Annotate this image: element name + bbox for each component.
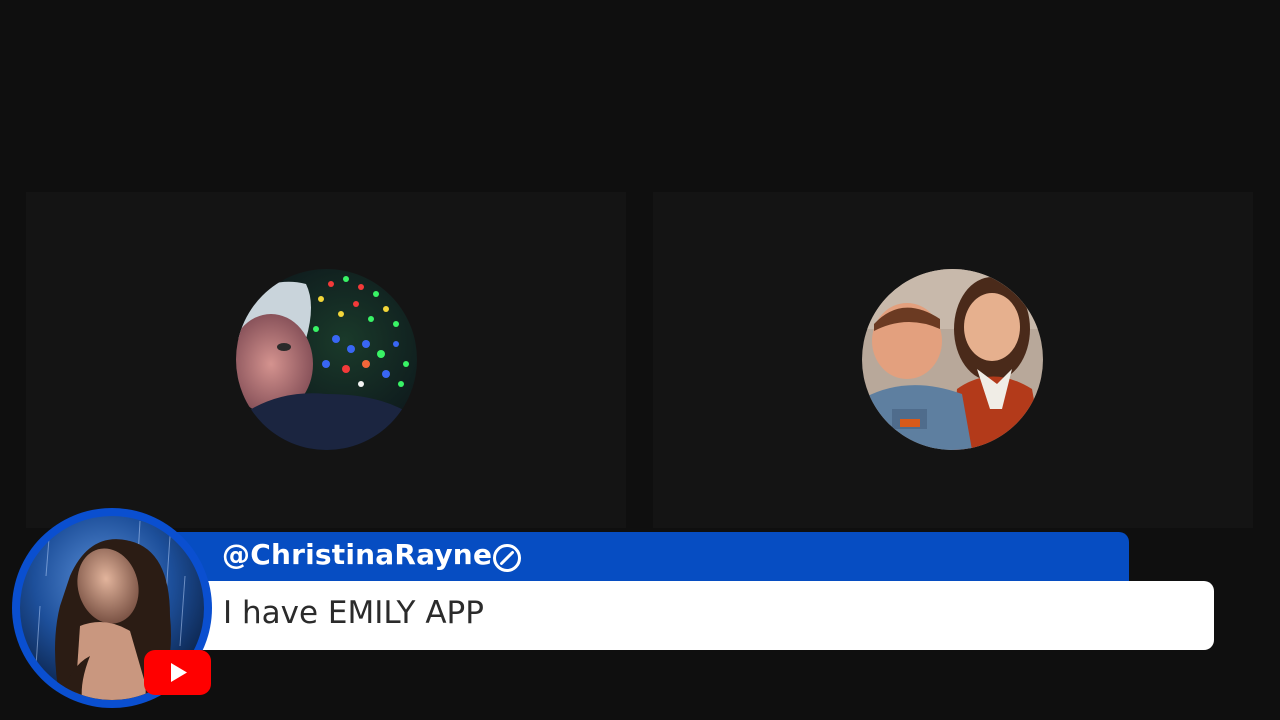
comment-message-box: I have EMILY APP [190,581,1214,650]
participant-tile-left[interactable] [26,192,626,528]
stream-stage: @ChristinaRayne I have EMILY APP [0,0,1280,720]
comment-author-bar: @ChristinaRayne [170,532,1129,584]
youtube-icon [144,650,211,695]
slash-circle-icon [491,542,523,574]
comment-message: I have EMILY APP [223,595,484,631]
participant-avatar-left [236,269,417,450]
comment-username: @ChristinaRayne [222,538,493,571]
participant-avatar-right [862,269,1043,450]
participant-tile-right[interactable] [653,192,1253,528]
